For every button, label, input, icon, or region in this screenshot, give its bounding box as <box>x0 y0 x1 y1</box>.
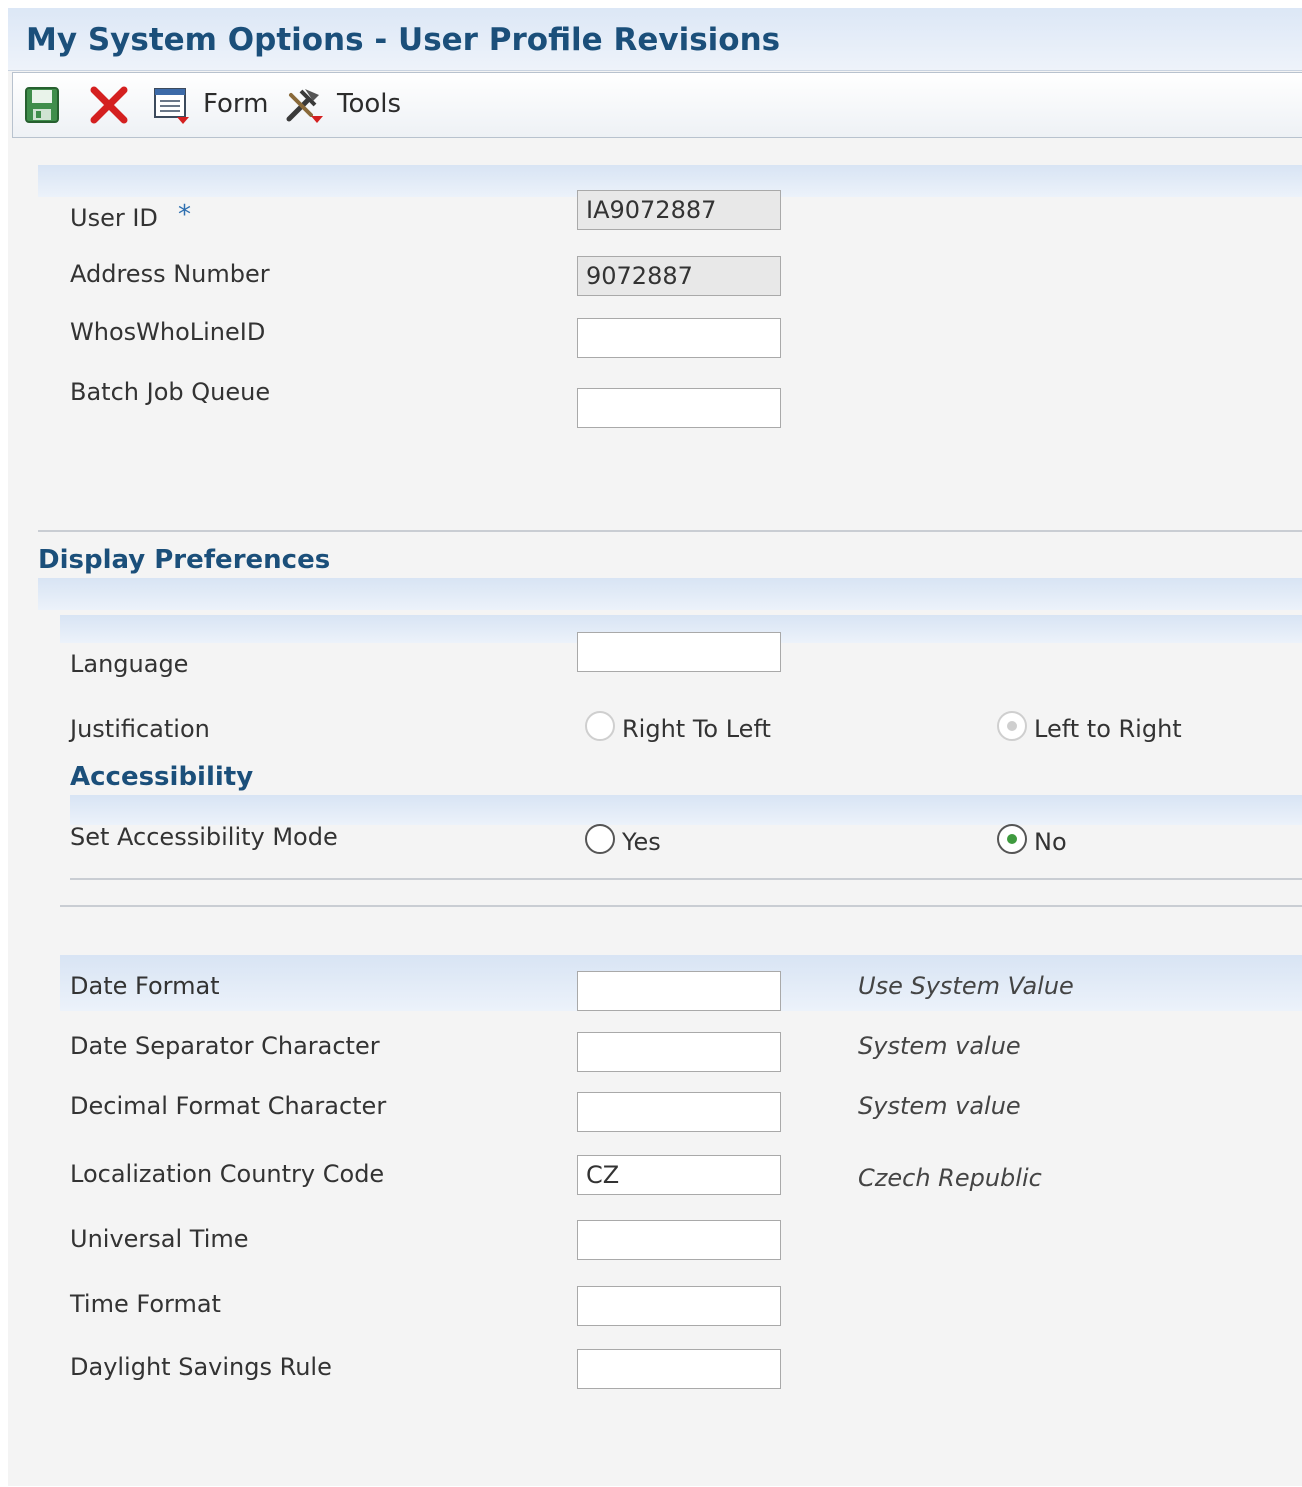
decimal-format-field[interactable] <box>577 1092 781 1132</box>
user-id-label: User ID <box>70 204 158 232</box>
batch-job-queue-label: Batch Job Queue <box>70 378 271 406</box>
required-marker: * <box>178 200 191 230</box>
language-label: Language <box>70 650 189 678</box>
page-title: My System Options - User Profile Revisio… <box>26 22 781 58</box>
date-format-field[interactable] <box>577 971 781 1011</box>
section-divider <box>38 530 1302 532</box>
tools-menu-label: Tools <box>337 89 402 119</box>
title-bar: My System Options - User Profile Revisio… <box>8 8 1302 71</box>
accessibility-no-radio[interactable] <box>997 824 1027 854</box>
display-preferences-heading: Display Preferences <box>38 545 331 575</box>
whoswho-line-id-field[interactable] <box>577 318 781 358</box>
justification-left-to-right-label: Left to Right <box>1034 715 1182 743</box>
daylight-savings-rule-label: Daylight Savings Rule <box>70 1353 332 1381</box>
display-preferences-band <box>38 578 1302 610</box>
language-field[interactable] <box>577 632 781 672</box>
date-separator-field[interactable] <box>577 1032 781 1072</box>
date-separator-label: Date Separator Character <box>70 1032 380 1060</box>
accessibility-yes-radio[interactable] <box>585 824 615 854</box>
justification-label: Justification <box>70 715 210 743</box>
accessibility-divider <box>70 878 1302 880</box>
address-number-label: Address Number <box>70 260 270 288</box>
whoswho-line-id-label: WhosWhoLineID <box>70 318 266 346</box>
accessibility-no-label: No <box>1034 828 1067 856</box>
tools-menu-button[interactable]: Tools <box>337 89 401 119</box>
universal-time-field[interactable] <box>577 1220 781 1260</box>
universal-time-label: Universal Time <box>70 1225 249 1253</box>
tools-menu-icon[interactable] <box>285 85 325 125</box>
accessibility-mode-label: Set Accessibility Mode <box>70 823 338 851</box>
decimal-format-label: Decimal Format Character <box>70 1092 387 1120</box>
localization-country-code-label: Localization Country Code <box>70 1160 385 1188</box>
batch-job-queue-field[interactable] <box>577 388 781 428</box>
decimal-format-hint: System value <box>858 1092 1021 1120</box>
form-menu-icon[interactable] <box>153 87 191 125</box>
localization-country-code-field[interactable] <box>577 1155 781 1195</box>
form-menu-button[interactable]: Form <box>203 89 269 119</box>
accessibility-heading: Accessibility <box>70 762 254 792</box>
time-format-label: Time Format <box>70 1290 221 1318</box>
form-menu-label: Form <box>203 89 269 119</box>
daylight-savings-rule-field[interactable] <box>577 1349 781 1389</box>
justification-right-to-left-label: Right To Left <box>622 715 771 743</box>
date-separator-hint: System value <box>858 1032 1021 1060</box>
justification-left-to-right-radio[interactable] <box>997 711 1027 741</box>
user-id-field[interactable] <box>577 190 781 230</box>
date-format-label: Date Format <box>70 972 220 1000</box>
time-format-field[interactable] <box>577 1286 781 1326</box>
formats-divider <box>60 905 1302 907</box>
justification-right-to-left-radio[interactable] <box>585 711 615 741</box>
localization-country-code-hint: Czech Republic <box>858 1164 1042 1192</box>
save-icon[interactable] <box>25 87 59 123</box>
accessibility-band <box>70 795 1302 825</box>
accessibility-yes-label: Yes <box>622 828 661 856</box>
toolbar: Form Tools <box>12 72 1302 138</box>
address-number-field[interactable] <box>577 256 781 296</box>
date-format-hint: Use System Value <box>858 972 1074 1000</box>
close-icon[interactable] <box>89 85 129 125</box>
